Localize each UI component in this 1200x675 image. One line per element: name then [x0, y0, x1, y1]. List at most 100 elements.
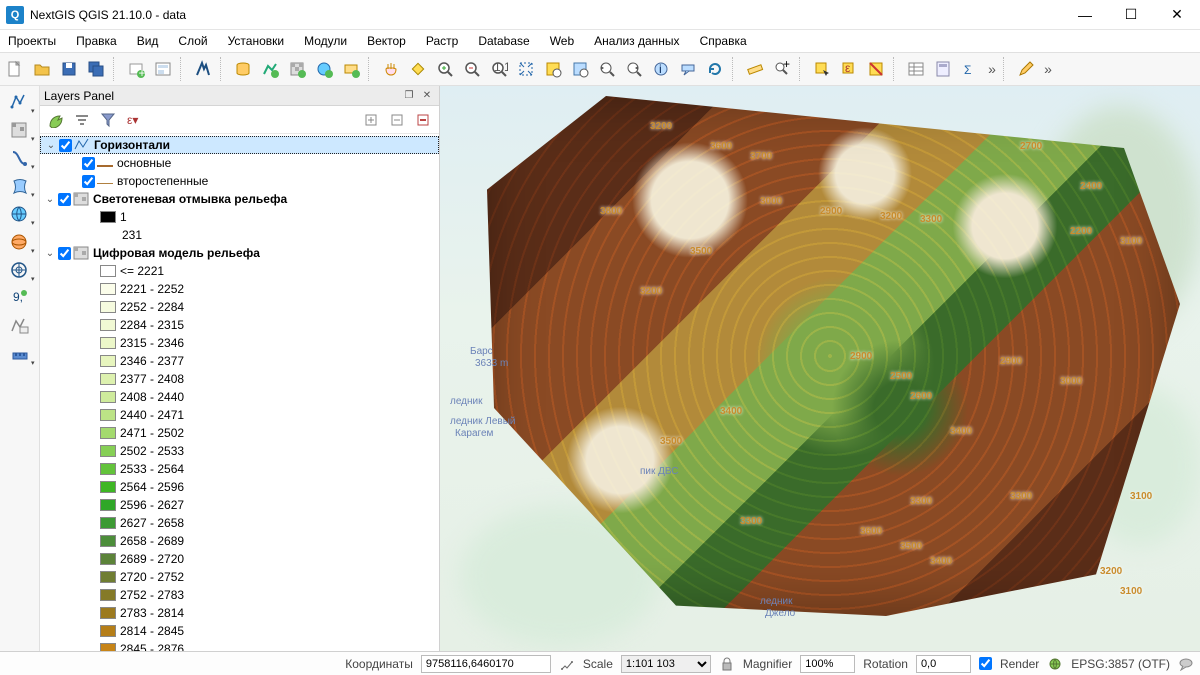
crs-label[interactable]: EPSG:3857 (OTF) — [1071, 657, 1170, 671]
measure-area-button[interactable]: + — [769, 56, 795, 82]
deselect-all-button[interactable] — [863, 56, 889, 82]
expand-icon[interactable]: ⌄ — [44, 194, 56, 205]
toggle-extents-icon[interactable] — [559, 656, 575, 672]
save-as-button[interactable] — [83, 56, 109, 82]
zoom-last-button[interactable] — [594, 56, 620, 82]
layers-panel-header[interactable]: Layers Panel ❐ ✕ — [40, 86, 439, 106]
add-db-layer-button[interactable] — [230, 56, 256, 82]
contour-label: 3800 — [600, 206, 622, 217]
expression-button[interactable]: ε▾ — [124, 110, 144, 130]
menu-database[interactable]: Database — [474, 32, 533, 50]
add-csv-tool[interactable]: 9, — [6, 286, 34, 310]
sublayer-checkbox[interactable] — [82, 175, 95, 188]
toolbar-overflow-icon-2[interactable]: » — [1041, 61, 1055, 77]
add-vector-layer-button[interactable] — [257, 56, 283, 82]
map-canvas[interactable]: 3200360037003800350032003400350033003600… — [440, 86, 1200, 651]
menu-проекты[interactable]: Проекты — [4, 32, 60, 50]
layer-checkbox[interactable] — [59, 139, 72, 152]
add-wms-tool[interactable]: ▾ — [6, 230, 34, 254]
scale-select[interactable]: 1:101 103 — [621, 655, 711, 673]
sublayer-checkbox[interactable] — [82, 157, 95, 170]
menu-слой[interactable]: Слой — [174, 32, 211, 50]
maptips-button[interactable] — [675, 56, 701, 82]
toggle-editing-button[interactable] — [1013, 56, 1039, 82]
nextgis-icon[interactable] — [190, 56, 216, 82]
toolbar-overflow-icon[interactable]: » — [985, 61, 999, 77]
close-button[interactable]: ✕ — [1154, 0, 1200, 30]
zoom-in-button[interactable] — [432, 56, 458, 82]
class-label: 2720 - 2752 — [118, 570, 184, 584]
add-layer-button-5[interactable] — [338, 56, 364, 82]
menu-анализ данных[interactable]: Анализ данных — [590, 32, 683, 50]
menu-web[interactable]: Web — [546, 32, 578, 50]
open-project-button[interactable] — [29, 56, 55, 82]
menu-вектор[interactable]: Вектор — [363, 32, 410, 50]
filter-by-expression-button[interactable] — [98, 110, 118, 130]
add-virtual-tool[interactable] — [6, 314, 34, 338]
collapse-all-button[interactable] — [387, 110, 407, 130]
layer-name[interactable]: Светотеневая отмывка рельефа — [91, 192, 287, 206]
filter-legend-button[interactable] — [72, 110, 92, 130]
processing-toolbox-icon[interactable]: ▾ — [6, 342, 34, 366]
measure-line-button[interactable] — [742, 56, 768, 82]
select-features-button[interactable] — [809, 56, 835, 82]
zoom-full-button[interactable] — [513, 56, 539, 82]
menu-правка[interactable]: Правка — [72, 32, 121, 50]
magnifier-input[interactable] — [800, 655, 855, 673]
layer-checkbox[interactable] — [58, 247, 71, 260]
expand-icon[interactable]: ⌄ — [45, 140, 57, 151]
refresh-button[interactable] — [702, 56, 728, 82]
lock-scale-icon[interactable] — [719, 656, 735, 672]
style-preset-button[interactable] — [46, 110, 66, 130]
menu-вид[interactable]: Вид — [133, 32, 163, 50]
pan-to-selection-button[interactable] — [405, 56, 431, 82]
add-wms-layer-button[interactable] — [311, 56, 337, 82]
add-postgis-tool[interactable]: ▾ — [6, 174, 34, 198]
minimize-button[interactable]: — — [1062, 0, 1108, 30]
remove-layer-button[interactable] — [413, 110, 433, 130]
zoom-native-button[interactable]: 1:1 — [486, 56, 512, 82]
zoom-out-button[interactable] — [459, 56, 485, 82]
layer-name[interactable]: Горизонтали — [92, 138, 170, 152]
pan-tool-button[interactable] — [378, 56, 404, 82]
expand-all-button[interactable] — [361, 110, 381, 130]
sublayer-name[interactable]: основные — [115, 156, 171, 170]
zoom-to-layer-button[interactable] — [567, 56, 593, 82]
panel-close-button[interactable]: ✕ — [419, 89, 435, 103]
add-raster-layer-button[interactable] — [284, 56, 310, 82]
new-layer-button[interactable]: + — [123, 56, 149, 82]
menu-модули[interactable]: Модули — [300, 32, 351, 50]
layer-tree[interactable]: ⌄ Горизонтали основные второстепенные ⌄ Свето… — [40, 134, 439, 651]
layer-name[interactable]: Цифровая модель рельефа — [91, 246, 260, 260]
select-by-expression-button[interactable]: ε — [836, 56, 862, 82]
layout-manager-button[interactable] — [150, 56, 176, 82]
menu-растр[interactable]: Растр — [422, 32, 462, 50]
add-raster-tool[interactable]: ▾ — [6, 118, 34, 142]
identify-button[interactable]: i — [648, 56, 674, 82]
add-vector-tool[interactable]: ▾ — [6, 90, 34, 114]
messages-icon[interactable] — [1178, 656, 1194, 672]
left-toolbox: ▾ ▾ ▾ ▾ ▾ ▾ ▾ 9, ▾ — [0, 86, 40, 651]
coord-input[interactable] — [421, 655, 551, 673]
menu-справка[interactable]: Справка — [696, 32, 751, 50]
render-checkbox[interactable] — [979, 657, 992, 670]
add-delimited-tool[interactable]: ▾ — [6, 146, 34, 170]
add-wfs-tool[interactable]: ▾ — [6, 258, 34, 282]
zoom-to-selection-button[interactable] — [540, 56, 566, 82]
expand-icon[interactable]: ⌄ — [44, 248, 56, 259]
layer-checkbox[interactable] — [58, 193, 71, 206]
crs-icon[interactable] — [1047, 656, 1063, 672]
menu-установки[interactable]: Установки — [224, 32, 288, 50]
panel-undock-button[interactable]: ❐ — [401, 89, 417, 103]
class-label: 2564 - 2596 — [118, 480, 184, 494]
maximize-button[interactable]: ☐ — [1108, 0, 1154, 30]
add-spatialite-tool[interactable]: ▾ — [6, 202, 34, 226]
open-attribute-table-button[interactable] — [903, 56, 929, 82]
statistics-button[interactable]: Σ — [957, 56, 983, 82]
rotation-input[interactable] — [916, 655, 971, 673]
field-calculator-button[interactable] — [930, 56, 956, 82]
save-project-button[interactable] — [56, 56, 82, 82]
new-project-button[interactable] — [2, 56, 28, 82]
sublayer-name[interactable]: второстепенные — [115, 174, 208, 188]
zoom-next-button[interactable] — [621, 56, 647, 82]
